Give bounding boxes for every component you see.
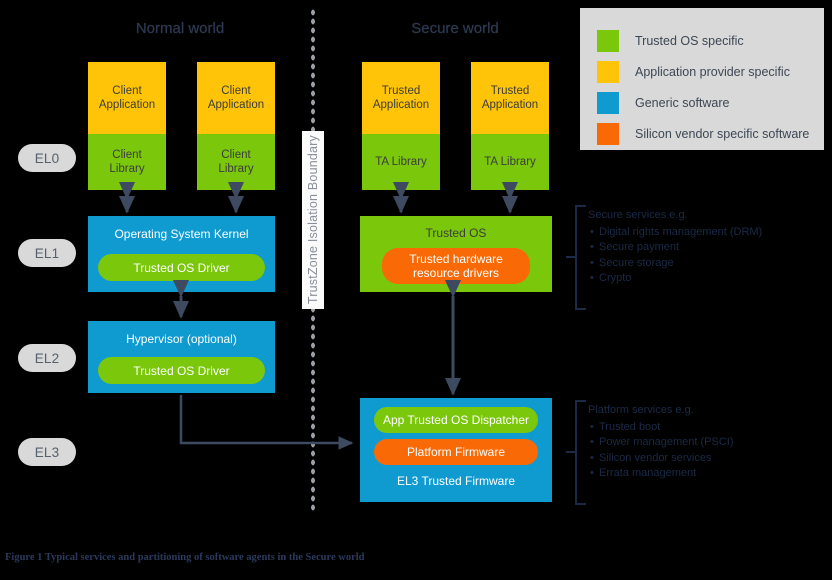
platform-services-item: Silicon vendor services (590, 451, 828, 467)
secure-services-list: Digital rights management (DRM) Secure p… (588, 225, 828, 287)
legend-item-trusted-os-specific: Trusted OS specific (597, 28, 824, 54)
legend-swatch-blue (597, 92, 619, 114)
secure-services-item: Secure storage (590, 256, 828, 272)
secure-services-annotation: Secure services e.g. Digital rights mana… (588, 208, 828, 287)
secure-services-item: Digital rights management (DRM) (590, 225, 828, 241)
platform-services-item: Errata management (590, 466, 828, 482)
legend-panel: Trusted OS specific Application provider… (580, 8, 824, 150)
legend-label: Generic software (635, 96, 730, 110)
legend-swatch-green (597, 30, 619, 52)
legend-label: Application provider specific (635, 65, 790, 79)
legend-item-generic-software: Generic software (597, 90, 824, 116)
platform-services-annotation: Platform services e.g. Trusted boot Powe… (588, 403, 828, 482)
platform-services-heading: Platform services e.g. (588, 404, 694, 416)
platform-services-item: Power management (PSCI) (590, 435, 828, 451)
figure-canvas: Normal world Secure world EL0 EL1 EL2 EL… (0, 0, 832, 580)
legend-swatch-amber (597, 61, 619, 83)
legend-item-silicon-vendor-specific-software: Silicon vendor specific software (597, 121, 824, 147)
secure-services-heading: Secure services e.g. (588, 209, 688, 221)
figure-caption: Figure 1 Typical services and partitioni… (5, 552, 365, 563)
platform-services-bracket-stem (566, 451, 576, 453)
legend-swatch-orange (597, 123, 619, 145)
platform-services-list: Trusted boot Power management (PSCI) Sil… (588, 420, 828, 482)
secure-services-item: Crypto (590, 271, 828, 287)
arrow-hypervisor-to-el3-firmware (179, 395, 354, 450)
platform-services-bracket (575, 400, 586, 505)
legend-label: Silicon vendor specific software (635, 127, 810, 141)
platform-services-item: Trusted boot (590, 420, 828, 436)
secure-services-bracket (575, 205, 586, 310)
secure-services-item: Secure payment (590, 240, 828, 256)
secure-services-bracket-stem (566, 256, 576, 258)
legend-label: Trusted OS specific (635, 34, 744, 48)
legend-item-application-provider-specific: Application provider specific (597, 59, 824, 85)
